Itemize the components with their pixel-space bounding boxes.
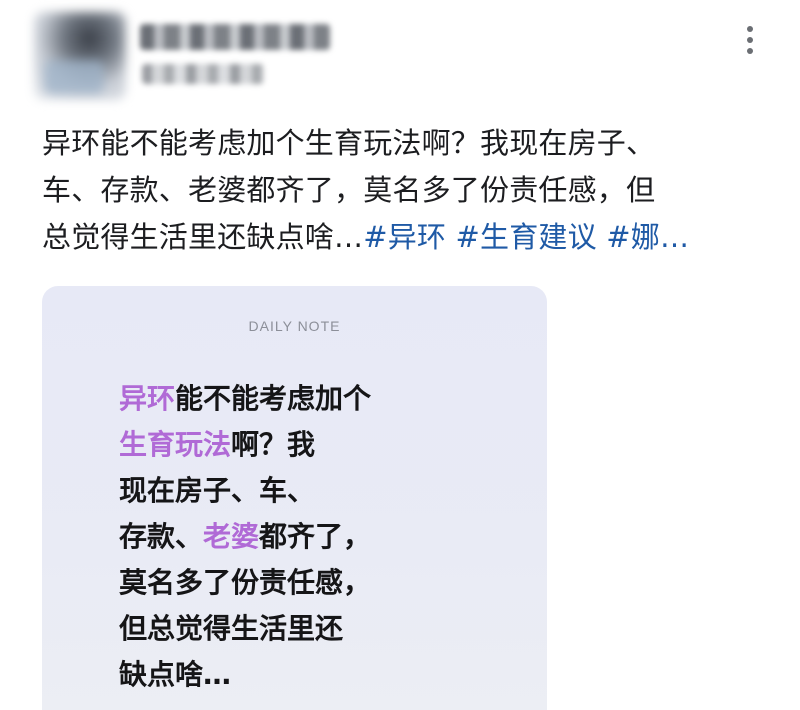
- note-label: DAILY NOTE: [248, 318, 341, 334]
- daily-note-card[interactable]: DAILY NOTE 异环能不能考虑加个 生育玩法啊？我 现在房子、车、 存款、…: [42, 286, 547, 710]
- post-meta-redacted: [142, 64, 264, 84]
- avatar[interactable]: [34, 12, 126, 100]
- note-line-text: 缺点啥…: [119, 658, 232, 691]
- more-vertical-icon[interactable]: [738, 22, 762, 58]
- note-line-text: 都齐了，: [259, 520, 372, 553]
- username-redacted[interactable]: [140, 24, 330, 50]
- note-line: 但总觉得生活里还: [119, 606, 371, 652]
- note-highlight: 异环: [119, 382, 176, 415]
- hashtag-link[interactable]: #娜…: [606, 220, 689, 254]
- hashtag-link[interactable]: #异环: [363, 220, 446, 254]
- note-highlight: 老婆: [203, 520, 260, 553]
- note-line: 缺点啥…: [119, 652, 371, 698]
- post-text-line: 总觉得生活里还缺点啥…#异环 #生育建议 #娜…: [42, 214, 762, 261]
- note-line-text: 现在房子、车、: [119, 474, 316, 507]
- post-page: 异环能不能考虑加个生育玩法啊？我现在房子、 车、存款、老婆都齐了，莫名多了份责任…: [0, 0, 800, 710]
- note-line: 莫名多了份责任感，: [119, 560, 371, 606]
- post-text-line: 异环能不能考虑加个生育玩法啊？我现在房子、: [42, 126, 656, 160]
- post-text: 异环能不能考虑加个生育玩法啊？我现在房子、 车、存款、老婆都齐了，莫名多了份责任…: [42, 120, 762, 261]
- post-text-line: 车、存款、老婆都齐了，莫名多了份责任感，但: [42, 173, 656, 207]
- note-line-text: 啊？我: [231, 428, 316, 461]
- hashtag-link[interactable]: #生育建议: [456, 220, 597, 254]
- note-line-pre: 存款、: [119, 520, 204, 553]
- note-line: 存款、老婆都齐了，: [119, 514, 371, 560]
- note-line: 异环能不能考虑加个: [119, 376, 371, 422]
- note-line-text: 莫名多了份责任感，: [119, 566, 372, 599]
- note-line: 生育玩法啊？我: [119, 422, 371, 468]
- note-line: 现在房子、车、: [119, 468, 371, 514]
- note-highlight: 生育玩法: [119, 428, 232, 461]
- note-line-text: 但总觉得生活里还: [119, 612, 344, 645]
- note-line-text: 能不能考虑加个: [175, 382, 372, 415]
- post-text-line-fragment: 总觉得生活里还缺点啥…: [42, 220, 364, 254]
- post-header: [0, 0, 800, 110]
- note-text: 异环能不能考虑加个 生育玩法啊？我 现在房子、车、 存款、老婆都齐了， 莫名多了…: [119, 376, 371, 698]
